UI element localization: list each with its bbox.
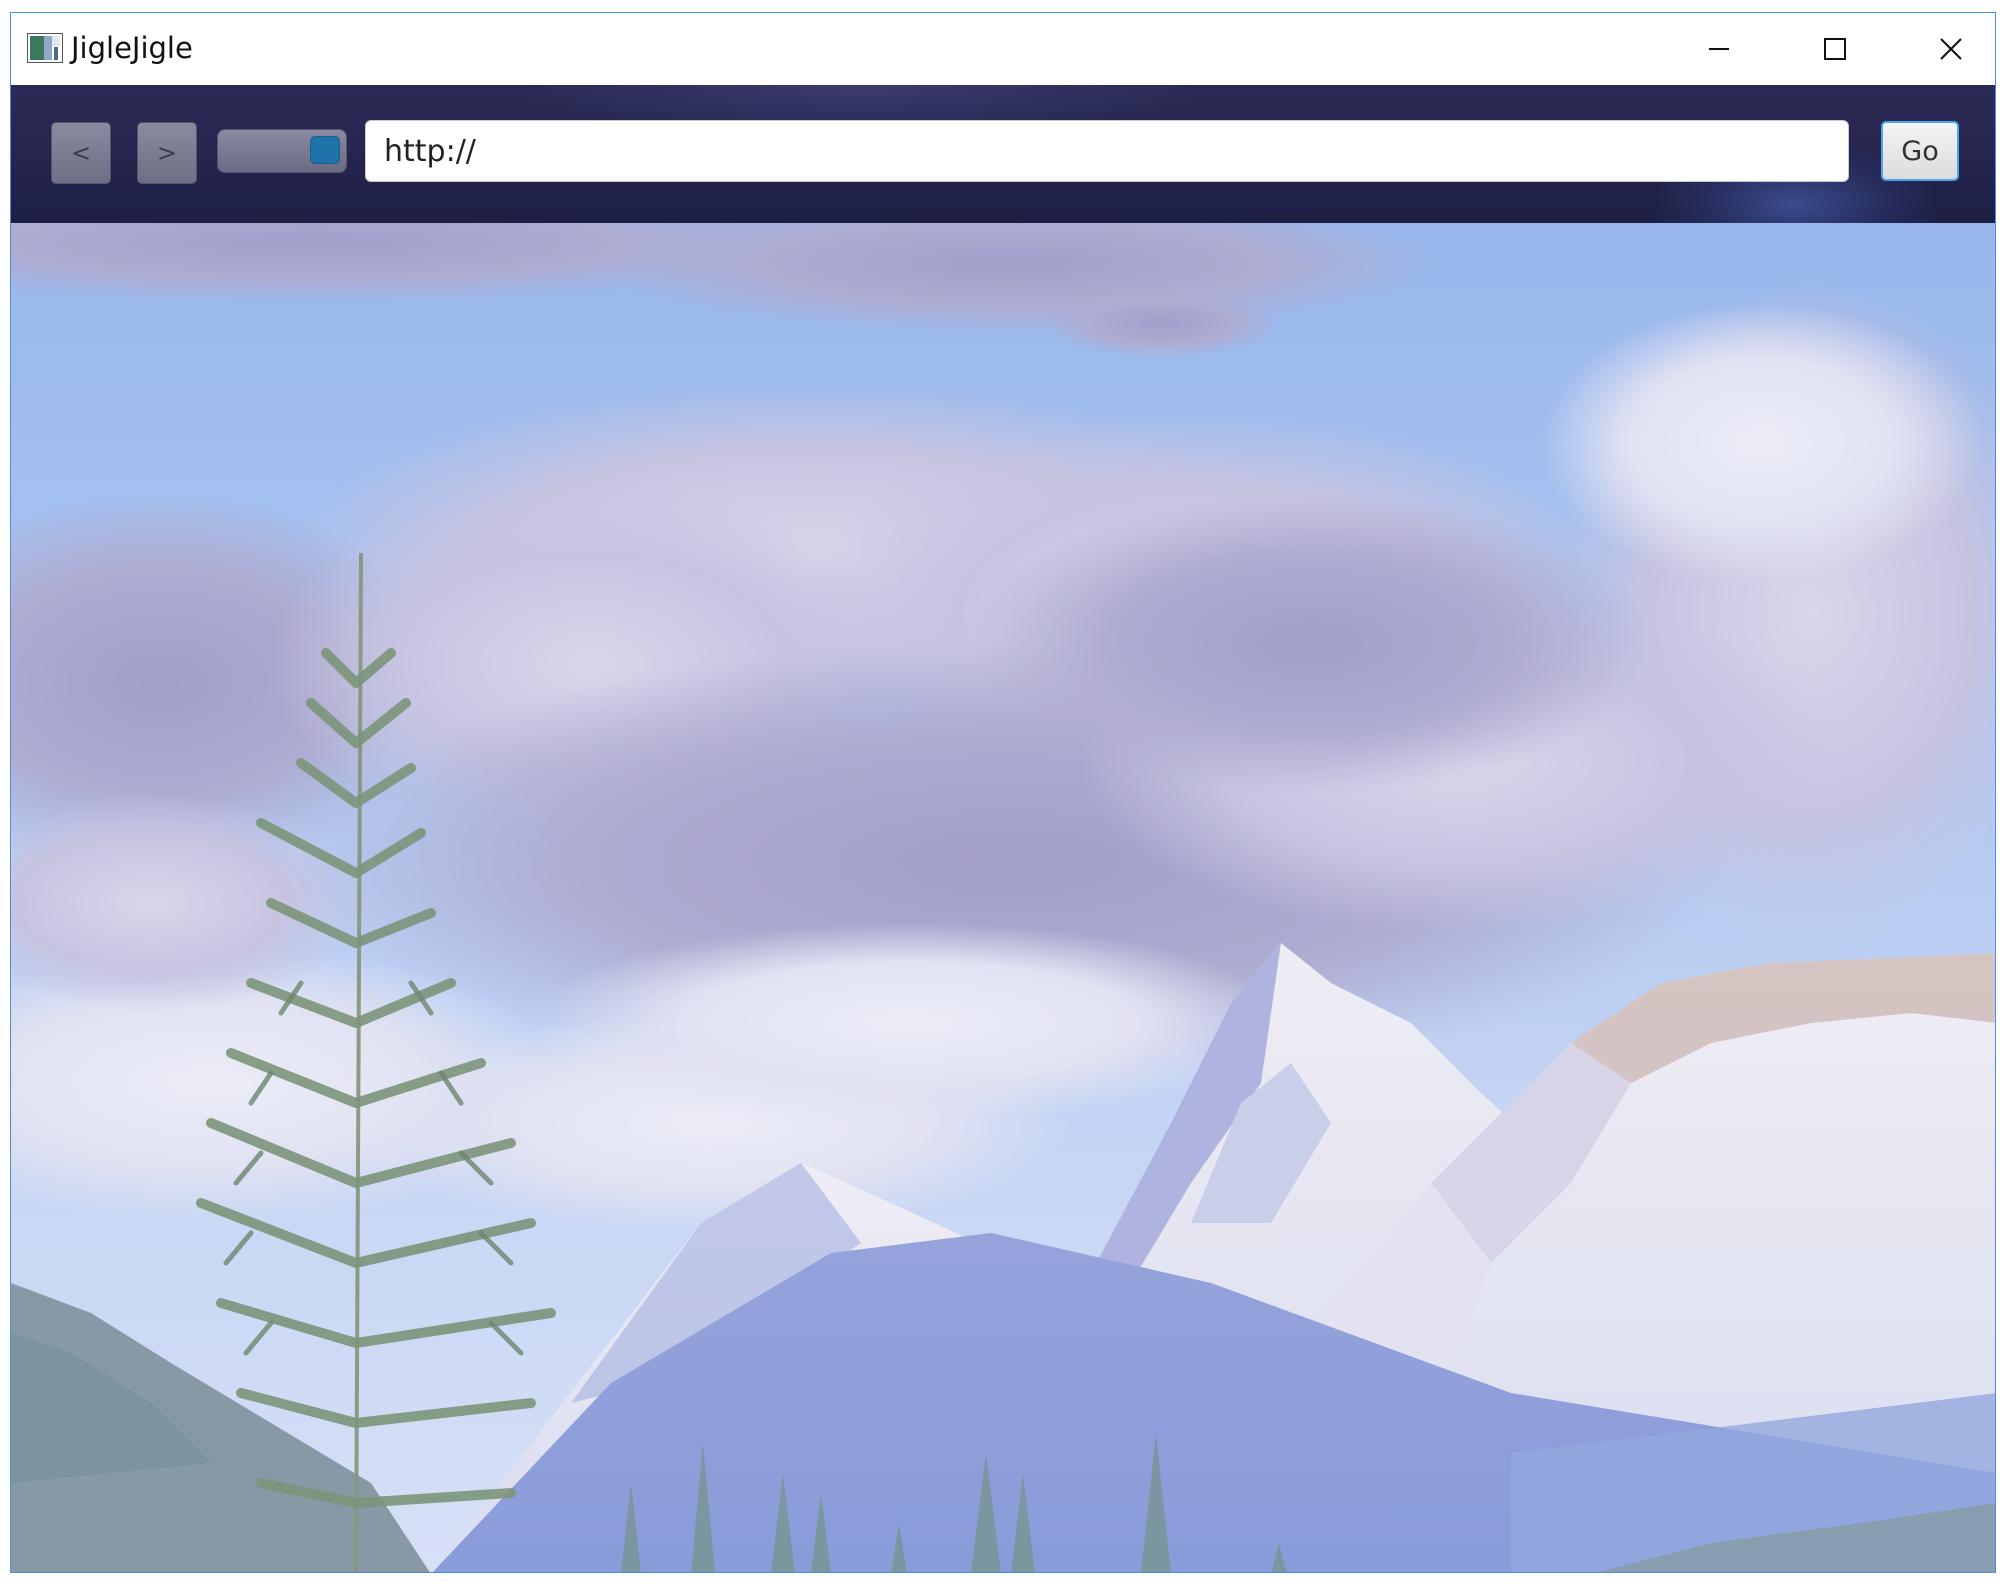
title-bar[interactable]: JigleJigle [11,13,1995,85]
app-window: JigleJigle < > http:// Go [10,12,1996,1573]
web-content-area[interactable] [11,223,1995,1572]
go-button[interactable]: Go [1881,121,1959,181]
url-input[interactable] [365,120,1849,182]
minimize-icon [1709,48,1729,50]
close-icon [1940,38,1962,60]
browser-toolbar: < > Go [11,85,1995,223]
app-icon [27,33,63,63]
mountain-landscape-image [11,223,1995,1572]
maximize-button[interactable] [1777,13,1893,85]
back-button[interactable]: < [51,122,111,184]
close-button[interactable] [1893,13,1995,85]
maximize-icon [1824,38,1846,60]
forward-button[interactable]: > [137,122,197,184]
forward-button-label: > [156,139,178,167]
toggle-switch[interactable] [217,129,347,173]
back-button-label: < [70,139,92,167]
minimize-button[interactable] [1661,13,1777,85]
toggle-knob[interactable] [310,136,340,164]
go-button-label: Go [1901,135,1939,167]
window-title: JigleJigle [71,31,193,65]
